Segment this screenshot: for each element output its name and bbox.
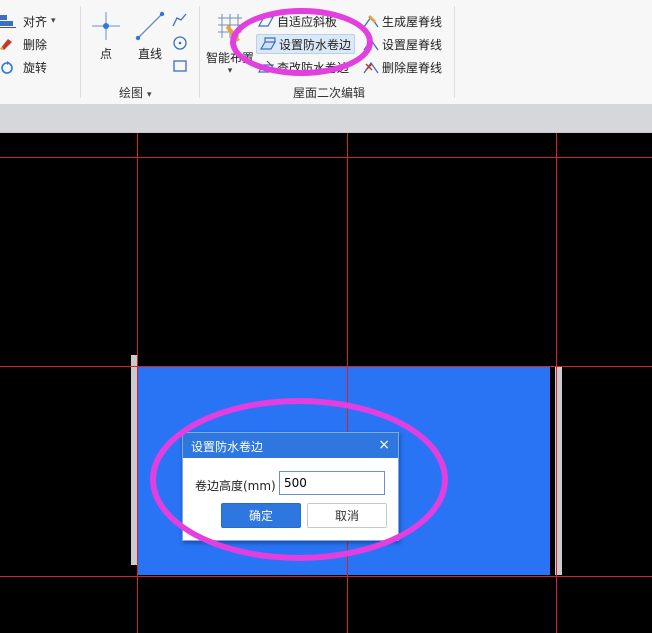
smart-layout-dropdown-arrow[interactable]: ▾: [204, 66, 256, 76]
line-button[interactable]: 直线: [132, 10, 168, 62]
axis-line-horizontal: [0, 157, 652, 158]
point-button[interactable]: 点: [88, 10, 124, 62]
delete-ridge-icon: [363, 60, 379, 74]
polyline-icon: [172, 13, 187, 27]
delete-ridge-button[interactable]: 删除屋脊线: [363, 58, 442, 76]
draw-group-label: 绘图 ▾: [119, 86, 152, 100]
rotate-button[interactable]: 旋转: [0, 58, 47, 76]
group-separator: [454, 6, 455, 98]
align-dropdown-arrow[interactable]: ▾: [51, 16, 56, 26]
delete-button[interactable]: 删除: [0, 35, 47, 53]
align-icon: [0, 14, 16, 28]
group-separator: [80, 6, 81, 98]
rotate-icon: [0, 60, 13, 74]
rectangle-button[interactable]: [171, 58, 189, 77]
group-separator: [199, 6, 200, 98]
eraser-icon: [0, 37, 12, 51]
axis-line-vertical: [556, 133, 557, 633]
axis-line-horizontal: [0, 576, 652, 577]
polyline-button[interactable]: [171, 12, 189, 31]
highlight-ellipse: [230, 8, 373, 76]
line-icon: [135, 11, 165, 41]
axis-line-vertical: [347, 133, 348, 633]
highlight-ellipse: [150, 398, 448, 561]
point-icon: [92, 12, 120, 40]
set-ridge-button[interactable]: 设置屋脊线: [363, 35, 442, 53]
circle-button[interactable]: [171, 35, 189, 54]
ribbon-bottom-bar: [0, 104, 652, 133]
circle-icon: [173, 36, 187, 50]
axis-line-vertical: [137, 133, 138, 633]
generate-ridge-button[interactable]: 生成屋脊线: [363, 12, 442, 30]
roof-group-label: 屋面二次编辑: [293, 86, 366, 100]
align-button[interactable]: 对齐 ▾: [0, 12, 56, 30]
rectangle-icon: [173, 60, 187, 72]
draw-group-dropdown-arrow[interactable]: ▾: [147, 90, 152, 100]
axis-line-horizontal: [0, 366, 652, 367]
